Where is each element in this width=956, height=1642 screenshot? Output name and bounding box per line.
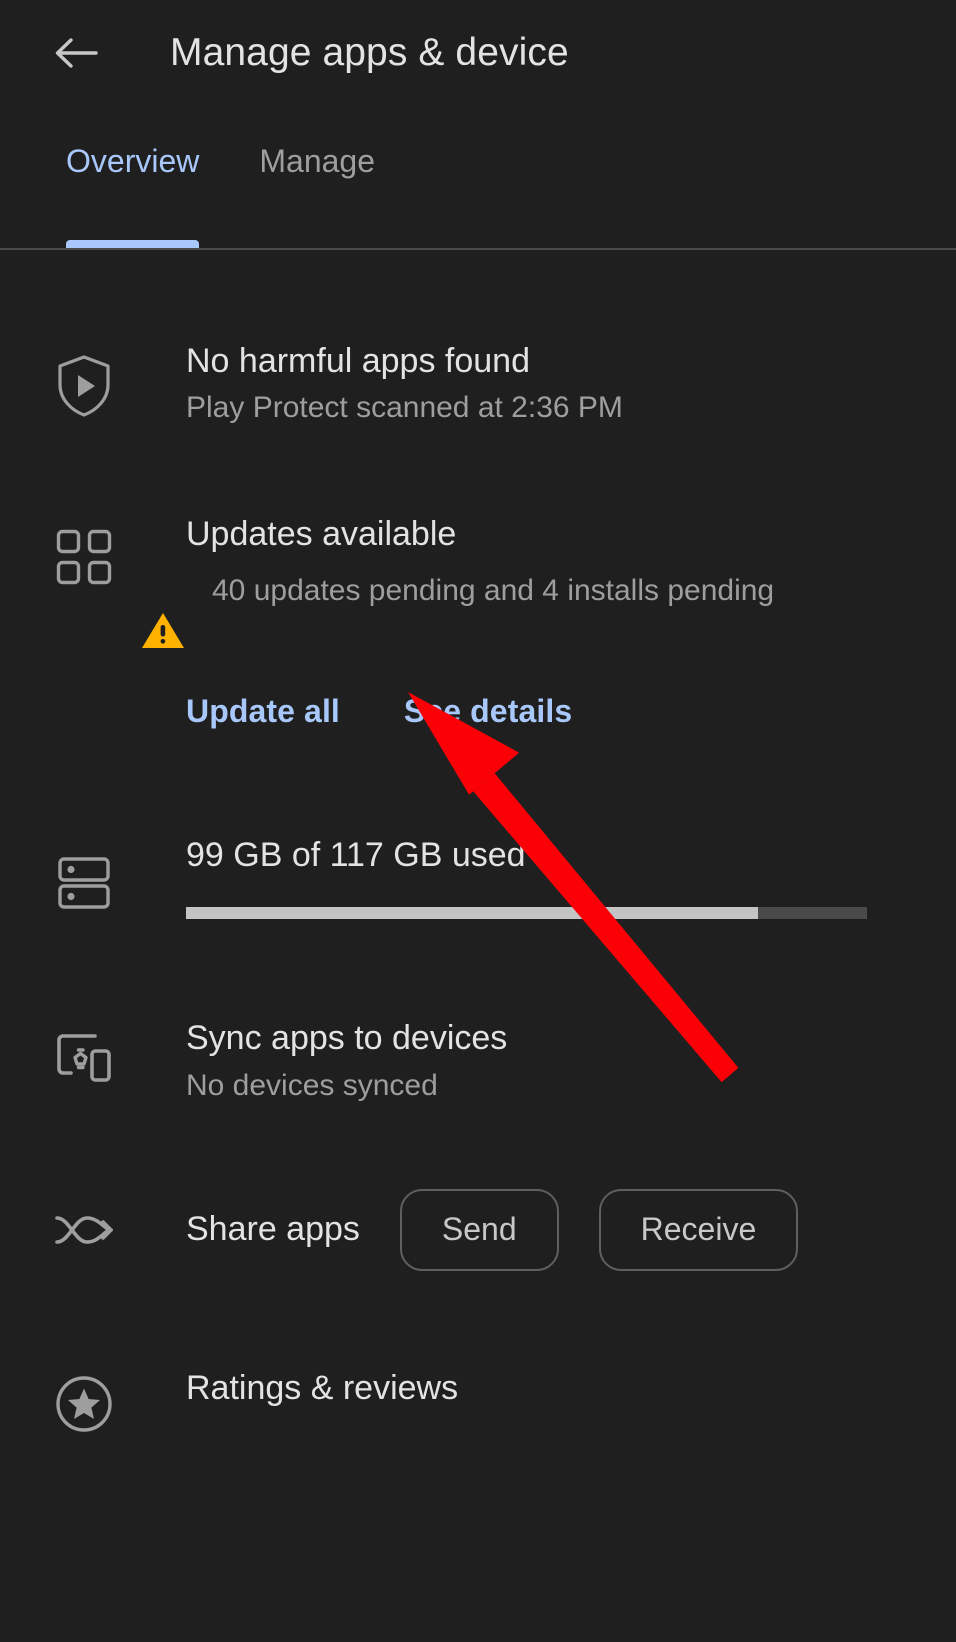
- play-protect-body: No harmful apps found Play Protect scann…: [186, 342, 956, 427]
- tab-manage-label: Manage: [259, 143, 375, 179]
- shield-play-icon: [48, 342, 120, 427]
- updates-subtitle-wrap: 40 updates pending and 4 installs pendin…: [142, 570, 956, 657]
- sync-subtitle: No devices synced: [186, 1068, 438, 1102]
- receive-button[interactable]: Receive: [598, 1188, 799, 1271]
- share-apps-title: Share apps: [186, 1210, 360, 1248]
- send-button[interactable]: Send: [399, 1188, 559, 1271]
- tab-bar: Overview Manage: [0, 105, 956, 250]
- apps-grid-icon: [48, 515, 120, 730]
- play-store-manage-apps-screen: Manage apps & device Overview Manage No …: [0, 0, 956, 1642]
- share-line: Share apps Send Receive: [186, 1188, 956, 1271]
- tab-manage[interactable]: Manage: [259, 143, 375, 248]
- storage-title: 99 GB of 117 GB used: [186, 836, 526, 875]
- sync-apps-row[interactable]: Sync apps to devices No devices synced: [0, 1019, 956, 1104]
- tab-active-indicator: [66, 240, 200, 248]
- sync-body: Sync apps to devices No devices synced: [186, 1019, 956, 1104]
- tab-overview[interactable]: Overview: [66, 143, 200, 248]
- see-details-button[interactable]: See details: [404, 693, 572, 730]
- share-body: Share apps Send Receive: [186, 1188, 956, 1271]
- updates-available-row: Updates available 40 updates pending and…: [0, 515, 956, 730]
- tab-overview-label: Overview: [66, 143, 200, 179]
- ratings-title: Ratings & reviews: [186, 1368, 459, 1407]
- updates-subtitle: 40 updates pending and 4 installs pendin…: [212, 574, 775, 608]
- updates-body: Updates available 40 updates pending and…: [142, 515, 956, 730]
- storage-body: 99 GB of 117 GB used: [186, 836, 956, 920]
- updates-title: Updates available: [186, 515, 457, 554]
- play-protect-subtitle: Play Protect scanned at 2:36 PM: [186, 391, 623, 425]
- app-bar: Manage apps & device: [0, 0, 956, 105]
- devices-sync-icon: [48, 1019, 120, 1104]
- play-protect-title: No harmful apps found: [186, 342, 530, 380]
- storage-row[interactable]: 99 GB of 117 GB used: [0, 836, 956, 920]
- ratings-reviews-row[interactable]: Ratings & reviews: [0, 1369, 956, 1433]
- warning-triangle-icon: [140, 570, 186, 657]
- play-protect-row[interactable]: No harmful apps found Play Protect scann…: [0, 342, 956, 427]
- sync-title: Sync apps to devices: [186, 1019, 508, 1058]
- ratings-body: Ratings & reviews: [186, 1369, 956, 1433]
- back-button[interactable]: [48, 25, 104, 81]
- updates-actions: Update all See details: [186, 693, 956, 730]
- page-title: Manage apps & device: [170, 30, 569, 74]
- share-apps-row: Share apps Send Receive: [0, 1188, 956, 1271]
- arrow-left-icon: [52, 31, 100, 75]
- storage-progress-bar: [186, 907, 867, 920]
- storage-progress-fill: [186, 907, 759, 920]
- star-circle-icon: [48, 1369, 120, 1433]
- share-arrows-icon: [48, 1189, 120, 1271]
- storage-icon: [48, 836, 120, 919]
- update-all-button[interactable]: Update all: [186, 693, 340, 730]
